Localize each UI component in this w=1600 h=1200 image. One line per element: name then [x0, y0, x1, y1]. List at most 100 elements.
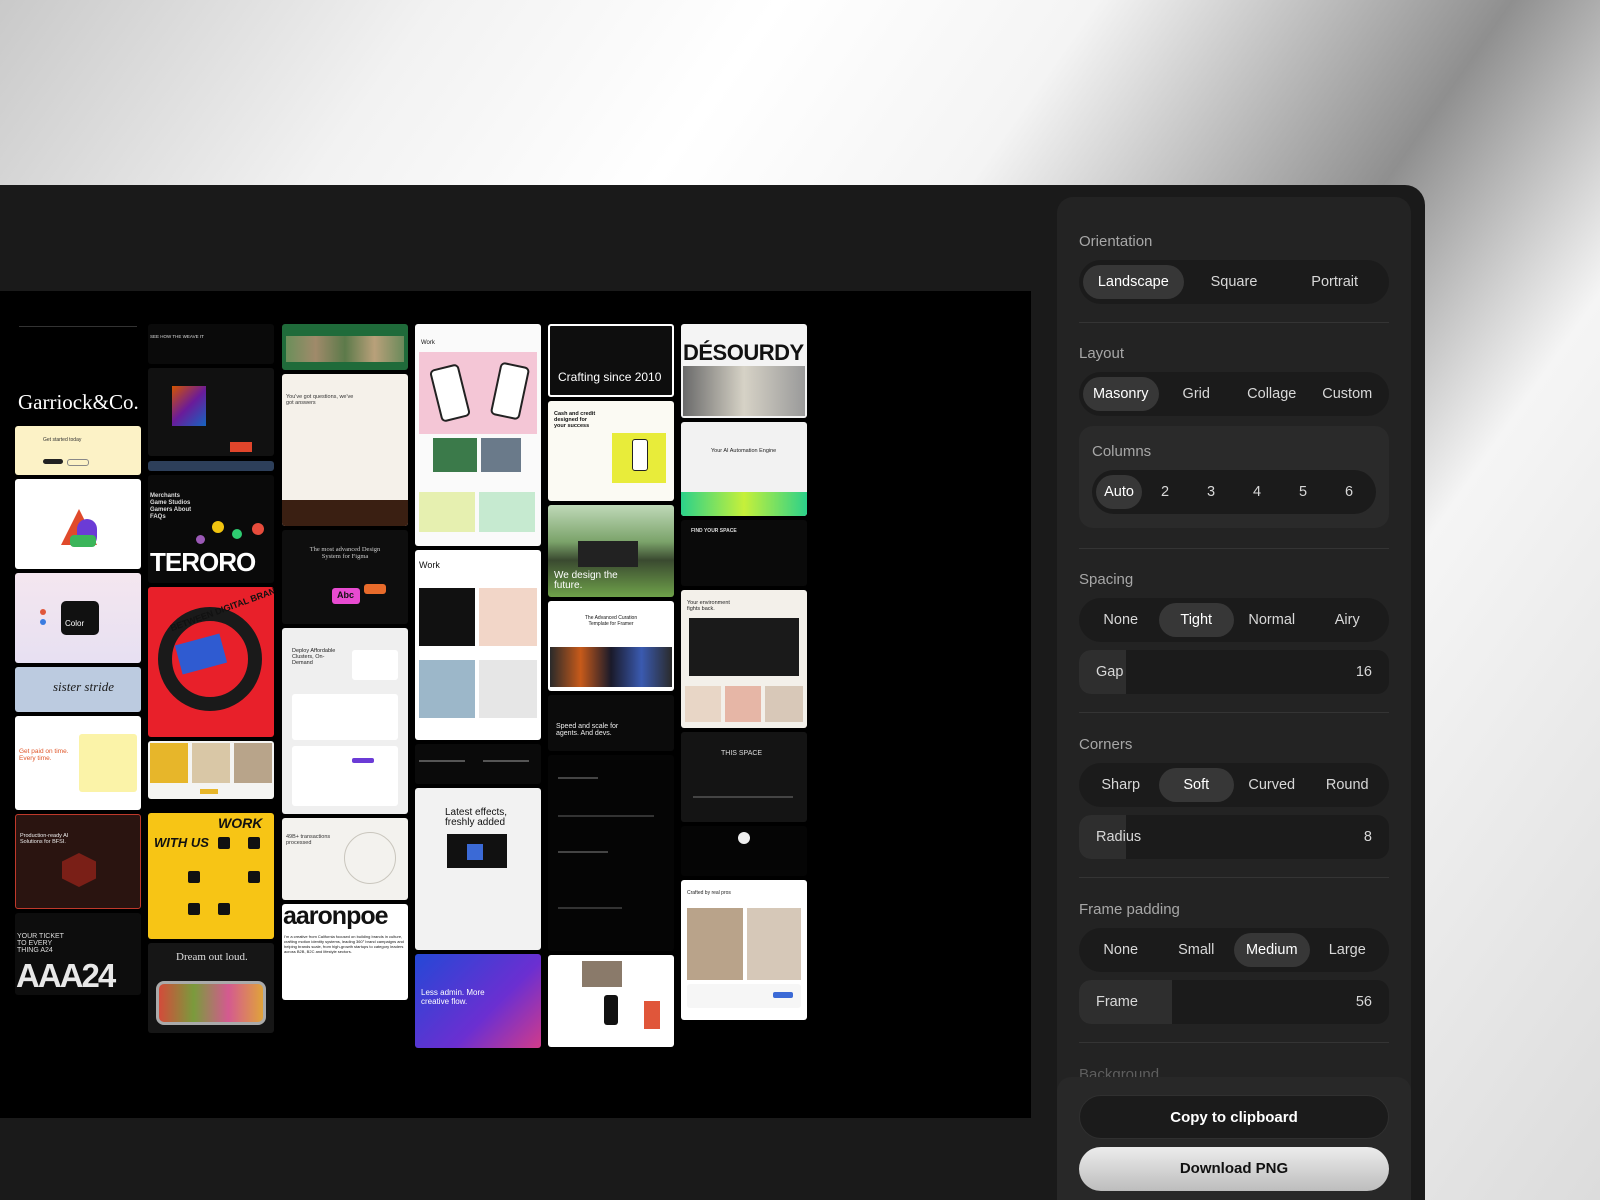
thumbnail-title: WORK: [218, 815, 263, 831]
divider: [1079, 712, 1389, 713]
text-line: [419, 760, 465, 762]
building: [578, 541, 638, 567]
corners-option-sharp[interactable]: Sharp: [1083, 768, 1159, 802]
thumbnail-title: AAA24: [16, 957, 116, 994]
thumbnail: Get started today: [15, 426, 141, 475]
badge: [230, 442, 252, 452]
photo: [747, 908, 801, 980]
thumbnail: Cash and credit designed for your succes…: [548, 401, 674, 501]
layout-option-grid[interactable]: Grid: [1159, 377, 1235, 411]
photo: [687, 908, 743, 980]
thumbnail: [548, 955, 674, 1047]
photo: [683, 366, 805, 416]
thumbnail: [282, 324, 408, 370]
spacing-option-tight[interactable]: Tight: [1158, 603, 1234, 637]
layout-option-custom[interactable]: Custom: [1310, 377, 1386, 411]
icon-tile: [218, 837, 230, 849]
thumbnail: Crafted by real pros: [681, 880, 807, 1020]
thumbnail: Production-ready AI Solutions for BFSI.: [15, 814, 141, 909]
illustration: [70, 535, 96, 547]
frame-padding-option-small[interactable]: Small: [1159, 933, 1235, 967]
thumbnail-text: Production-ready AI Solutions for BFSI.: [20, 833, 69, 845]
icon-tile: [248, 871, 260, 883]
thumbnail: We design the future.: [548, 505, 674, 597]
spacing-option-airy[interactable]: Airy: [1310, 603, 1386, 637]
frame-padding-option-medium[interactable]: Medium: [1234, 933, 1310, 967]
image-card: [433, 438, 477, 472]
download-png-button[interactable]: Download PNG: [1079, 1147, 1389, 1191]
image-card: [582, 961, 622, 987]
thumbnail-text: Merchants Game Studios Gamers About FAQs: [150, 493, 192, 520]
image-card: [481, 438, 521, 472]
orientation-option-square[interactable]: Square: [1184, 265, 1285, 299]
columns-option-3[interactable]: 3: [1188, 475, 1234, 509]
thumbnail-text: Dream out loud.: [176, 951, 248, 963]
app-window: Garriock&Co. Get started today Color sis…: [0, 185, 1425, 1200]
thumbnail-text: The most advanced Design System for Figm…: [309, 546, 381, 560]
preview-accent: [467, 844, 483, 860]
thumbnail: BETWEEN DIGITAL BRAND DESIGN: [148, 587, 274, 737]
columns-option-2[interactable]: 2: [1142, 475, 1188, 509]
color-dot: [196, 535, 205, 544]
text-line: [558, 815, 654, 817]
image-card: [644, 1001, 660, 1029]
image-card: [419, 588, 475, 646]
columns-option-6[interactable]: 6: [1326, 475, 1372, 509]
layout-option-collage[interactable]: Collage: [1234, 377, 1310, 411]
thumbnail: The Advanced Curation Template for Frame…: [548, 601, 674, 691]
thumbnail: Your AI Automation Engine: [681, 422, 807, 516]
radius-slider[interactable]: Radius 8: [1079, 815, 1389, 859]
preview-canvas: Garriock&Co. Get started today Color sis…: [0, 291, 1031, 1118]
orientation-option-landscape[interactable]: Landscape: [1083, 265, 1184, 299]
color-dot: [212, 521, 224, 533]
copy-to-clipboard-button[interactable]: Copy to clipboard: [1079, 1095, 1389, 1139]
layout-option-masonry[interactable]: Masonry: [1083, 377, 1159, 411]
thumbnail-text: Your AI Automation Engine: [711, 448, 777, 454]
thumbnail-title: aaronpoe: [283, 904, 389, 930]
thumbnail-text: The Advanced Curation Template for Frame…: [584, 615, 638, 627]
globe-graphic: [344, 832, 396, 884]
thumbnail-text: Crafting since 2010: [558, 370, 662, 384]
image-card: [479, 588, 537, 646]
thumbnail-title: Garriock&Co.: [18, 390, 139, 414]
thumbnail: [681, 826, 807, 876]
photo: [150, 743, 188, 783]
thumbnail: WORK WITH US: [148, 813, 274, 939]
frame-padding-option-large[interactable]: Large: [1310, 933, 1386, 967]
accent-bar: [773, 992, 793, 998]
spacing-option-none[interactable]: None: [1083, 603, 1159, 637]
thumbnail-title: sister stride: [53, 679, 115, 694]
thumbnail-title: Work: [419, 560, 440, 570]
thumbnail: Garriock&Co.: [15, 324, 141, 422]
columns-option-auto[interactable]: Auto: [1096, 475, 1142, 509]
gradient-band: [681, 492, 807, 516]
image-card: [479, 660, 537, 718]
icon-tile: [218, 903, 230, 915]
thumbnail: The most advanced Design System for Figm…: [282, 530, 408, 624]
corners-option-round[interactable]: Round: [1310, 768, 1386, 802]
thumbnail-title: DÉSOURDY: [683, 340, 804, 365]
corners-option-curved[interactable]: Curved: [1234, 768, 1310, 802]
footer-actions: Copy to clipboard Download PNG: [1057, 1077, 1411, 1200]
screenshot-card: [689, 618, 799, 676]
thumbnail: aaronpoe I'm a creative from California …: [282, 904, 408, 1000]
poster-image: [172, 386, 206, 426]
image-card: [685, 686, 721, 722]
radius-value: 8: [1363, 829, 1372, 845]
columns-option-4[interactable]: 4: [1234, 475, 1280, 509]
frame-slider[interactable]: Frame 56: [1079, 980, 1389, 1024]
nav-bar: [19, 326, 137, 327]
corners-option-soft[interactable]: Soft: [1158, 768, 1234, 802]
columns-option-5[interactable]: 5: [1280, 475, 1326, 509]
frame-label: Frame: [1096, 994, 1138, 1010]
text-line: [483, 760, 529, 762]
orientation-option-portrait[interactable]: Portrait: [1284, 265, 1385, 299]
spacing-selector: None Tight Normal Airy: [1079, 598, 1389, 642]
gap-slider[interactable]: Gap 16: [1079, 650, 1389, 694]
thumbnail: Get paid on time. Every time.: [15, 716, 141, 810]
frame-padding-option-none[interactable]: None: [1083, 933, 1159, 967]
frame-padding-selector: None Small Medium Large: [1079, 928, 1389, 972]
spacing-option-normal[interactable]: Normal: [1234, 603, 1310, 637]
thumbnail: [148, 461, 274, 471]
gallery-strip: [550, 647, 672, 687]
